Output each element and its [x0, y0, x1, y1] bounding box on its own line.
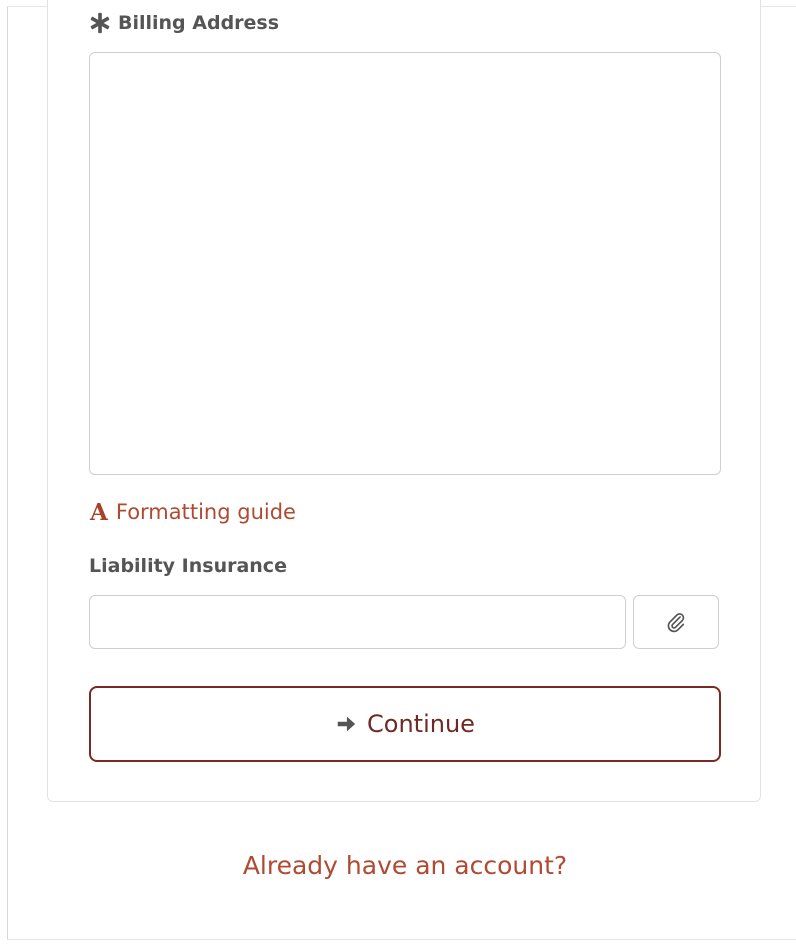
paperclip-icon [667, 613, 685, 633]
continue-button[interactable]: Continue [89, 686, 721, 762]
billing-address-label-text: Billing Address [118, 12, 280, 34]
liability-insurance-label: Liability Insurance [89, 555, 287, 577]
formatting-guide-label: Formatting guide [115, 500, 296, 524]
attach-file-button[interactable] [633, 595, 719, 649]
formatting-guide-link[interactable]: A Formatting guide [90, 500, 296, 524]
continue-button-label: Continue [367, 710, 475, 738]
billing-address-textarea[interactable] [89, 52, 721, 475]
asterisk-icon [90, 12, 110, 34]
billing-address-label: Billing Address [89, 12, 279, 34]
left-divider [7, 6, 8, 940]
liability-insurance-input[interactable] [89, 595, 626, 649]
arrow-right-icon [337, 716, 356, 732]
already-have-account-link[interactable]: Already have an account? [0, 851, 796, 880]
page-frame: Billing Address A Formatting guide Liabi… [0, 0, 796, 946]
format-a-icon: A [90, 498, 108, 526]
bottom-divider [7, 939, 796, 940]
